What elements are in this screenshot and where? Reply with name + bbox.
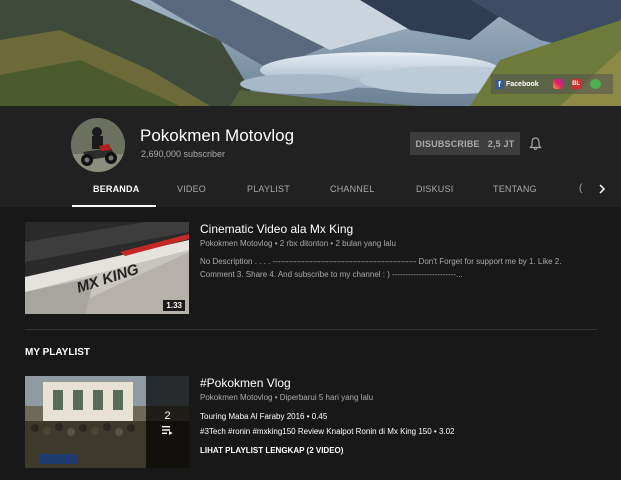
section-divider — [25, 329, 597, 330]
chevron-right-icon[interactable] — [595, 182, 609, 196]
view-full-playlist-link[interactable]: LIHAT PLAYLIST LENGKAP (2 VIDEO) — [200, 446, 343, 455]
notification-bell-icon[interactable] — [529, 137, 542, 151]
featured-video-meta: Pokokmen Motovlog • 2 rbx ditonton • 2 b… — [200, 239, 396, 248]
playlist-video-count: 2 — [164, 409, 171, 422]
facebook-label: Facebook — [506, 80, 539, 88]
avatar-rider-image — [71, 118, 125, 172]
featured-video-description: No Description . . . . -----------------… — [200, 257, 562, 279]
channel-name: Pokokmen Motovlog — [140, 126, 295, 145]
video-duration: 1.33 — [163, 300, 185, 311]
playlist-item[interactable]: Touring Maba Al Faraby 2016 • 0.45 — [200, 412, 327, 421]
tab-diskusi[interactable]: DISKUSI — [416, 184, 453, 194]
playlist-icon — [161, 425, 172, 435]
playlist-count-overlay: 2 — [146, 376, 189, 468]
green-social-icon[interactable] — [589, 79, 601, 89]
subscriber-count: 2,690,000 subscriber — [141, 149, 226, 159]
tab-beranda[interactable]: BERANDA — [93, 184, 139, 194]
tab-tentang[interactable]: TENTANG — [493, 184, 537, 194]
tab-channel[interactable]: CHANNEL — [330, 184, 374, 194]
channel-banner: f Facebook BL — [0, 0, 621, 106]
facebook-link[interactable]: f Facebook — [495, 79, 539, 89]
tab-video[interactable]: VIDEO — [177, 184, 206, 194]
featured-video-thumbnail[interactable]: MX KING 1.33 — [25, 222, 189, 314]
facebook-icon: f — [495, 79, 504, 89]
tab-playlist[interactable]: PLAYLIST — [247, 184, 290, 194]
playlist-title[interactable]: #Pokokmen Vlog — [200, 376, 291, 390]
subscriber-short: 2,5 JT — [487, 138, 515, 149]
section-title: MY PLAYLIST — [25, 347, 91, 358]
tab-more-truncated[interactable]: ( — [579, 183, 582, 194]
playlist-meta: Pokokmen Motovlog • Diperbarui 5 hari ya… — [200, 393, 374, 402]
playlist-thumbnail[interactable]: 2 — [25, 376, 189, 468]
banner-social-links: f Facebook BL — [491, 74, 613, 94]
channel-tabs: BERANDA VIDEO PLAYLIST CHANNEL DISKUSI T… — [0, 172, 621, 207]
playlist-item[interactable]: #3Tech #ronin #mxking150 Review Knalpot … — [200, 427, 455, 436]
unsubscribe-button[interactable]: DISUBSCRIBE 2,5 JT — [410, 132, 520, 155]
channel-header: Pokokmen Motovlog 2,690,000 subscriber D… — [0, 106, 621, 207]
active-tab-indicator — [72, 205, 156, 207]
featured-video-title[interactable]: Cinematic Video ala Mx King — [200, 222, 353, 236]
unsubscribe-label: DISUBSCRIBE — [415, 138, 480, 149]
bl-icon[interactable]: BL — [570, 79, 582, 89]
channel-avatar[interactable] — [71, 118, 125, 172]
instagram-icon[interactable] — [552, 79, 563, 89]
